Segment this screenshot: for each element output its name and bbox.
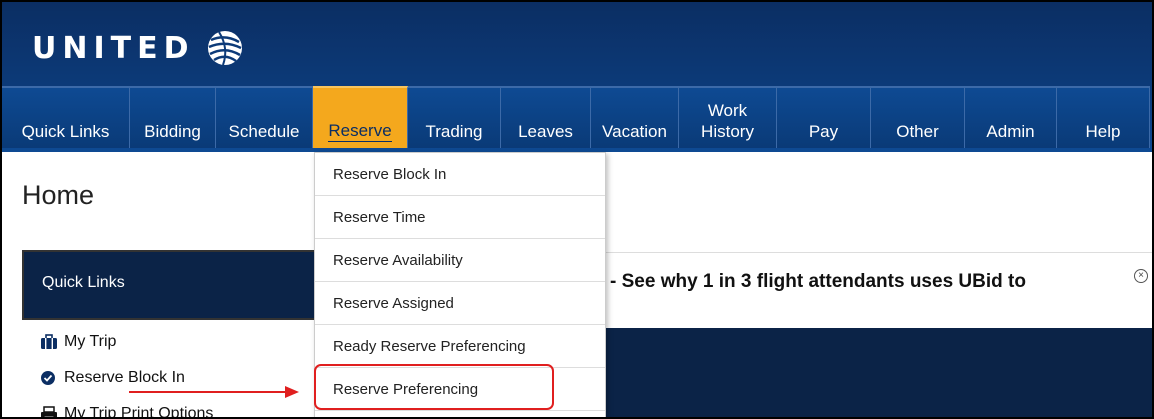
check-circle-icon (41, 371, 55, 385)
quick-links-panel-title: Quick Links (42, 274, 125, 291)
nav-reserve[interactable]: Reserve (313, 86, 408, 148)
hero-panel (602, 328, 1152, 417)
nav-pay[interactable]: Pay (777, 86, 871, 148)
quick-links-panel: Quick Links (22, 250, 322, 320)
menu-item-ready-reserve-preferencing[interactable]: Ready Reserve Preferencing (315, 325, 605, 368)
logo-text: UNITED (32, 30, 195, 66)
close-icon[interactable]: × (1134, 269, 1148, 283)
printer-icon (41, 406, 57, 417)
nav-bidding[interactable]: Bidding (130, 86, 216, 148)
quick-links-list: My Trip Reserve Block In My Trip Print O… (40, 324, 214, 419)
menu-item-reserve-time[interactable]: Reserve Time (315, 196, 605, 239)
menu-item-reserve-availability[interactable]: Reserve Availability (315, 239, 605, 282)
quick-link-label: My Trip (64, 333, 117, 350)
promo-banner: - See why 1 in 3 flight attendants uses … (602, 252, 1152, 328)
briefcase-icon (41, 334, 57, 349)
nav-vacation[interactable]: Vacation (591, 86, 679, 148)
quick-link-my-trip-print-options[interactable]: My Trip Print Options (40, 396, 214, 419)
nav-other[interactable]: Other (871, 86, 965, 148)
nav-work-history[interactable]: Work History (679, 86, 777, 148)
nav-trading[interactable]: Trading (408, 86, 501, 148)
quick-link-my-trip[interactable]: My Trip (40, 324, 213, 360)
pointer-arrow-icon (129, 386, 299, 398)
nav-admin[interactable]: Admin (965, 86, 1057, 148)
highlight-box (314, 364, 554, 410)
app-window: UNITED Quick Links Bidding Schedule Rese… (0, 0, 1154, 419)
header: UNITED Quick Links Bidding Schedule Rese… (2, 2, 1152, 152)
united-logo[interactable]: UNITED (32, 28, 247, 68)
page-title: Home (22, 180, 95, 210)
quick-link-label: My Trip Print Options (64, 405, 214, 419)
nav-quick-links[interactable]: Quick Links (2, 86, 130, 148)
nav-help[interactable]: Help (1057, 86, 1150, 148)
nav-leaves[interactable]: Leaves (501, 86, 591, 148)
main-nav: Quick Links Bidding Schedule Reserve Tra… (2, 86, 1150, 148)
menu-item-reserve-block-in[interactable]: Reserve Block In (315, 153, 605, 196)
banner-text: - See why 1 in 3 flight attendants uses … (610, 271, 1026, 292)
nav-schedule[interactable]: Schedule (216, 86, 313, 148)
menu-item-reserve-assigned[interactable]: Reserve Assigned (315, 282, 605, 325)
globe-icon (207, 31, 242, 66)
